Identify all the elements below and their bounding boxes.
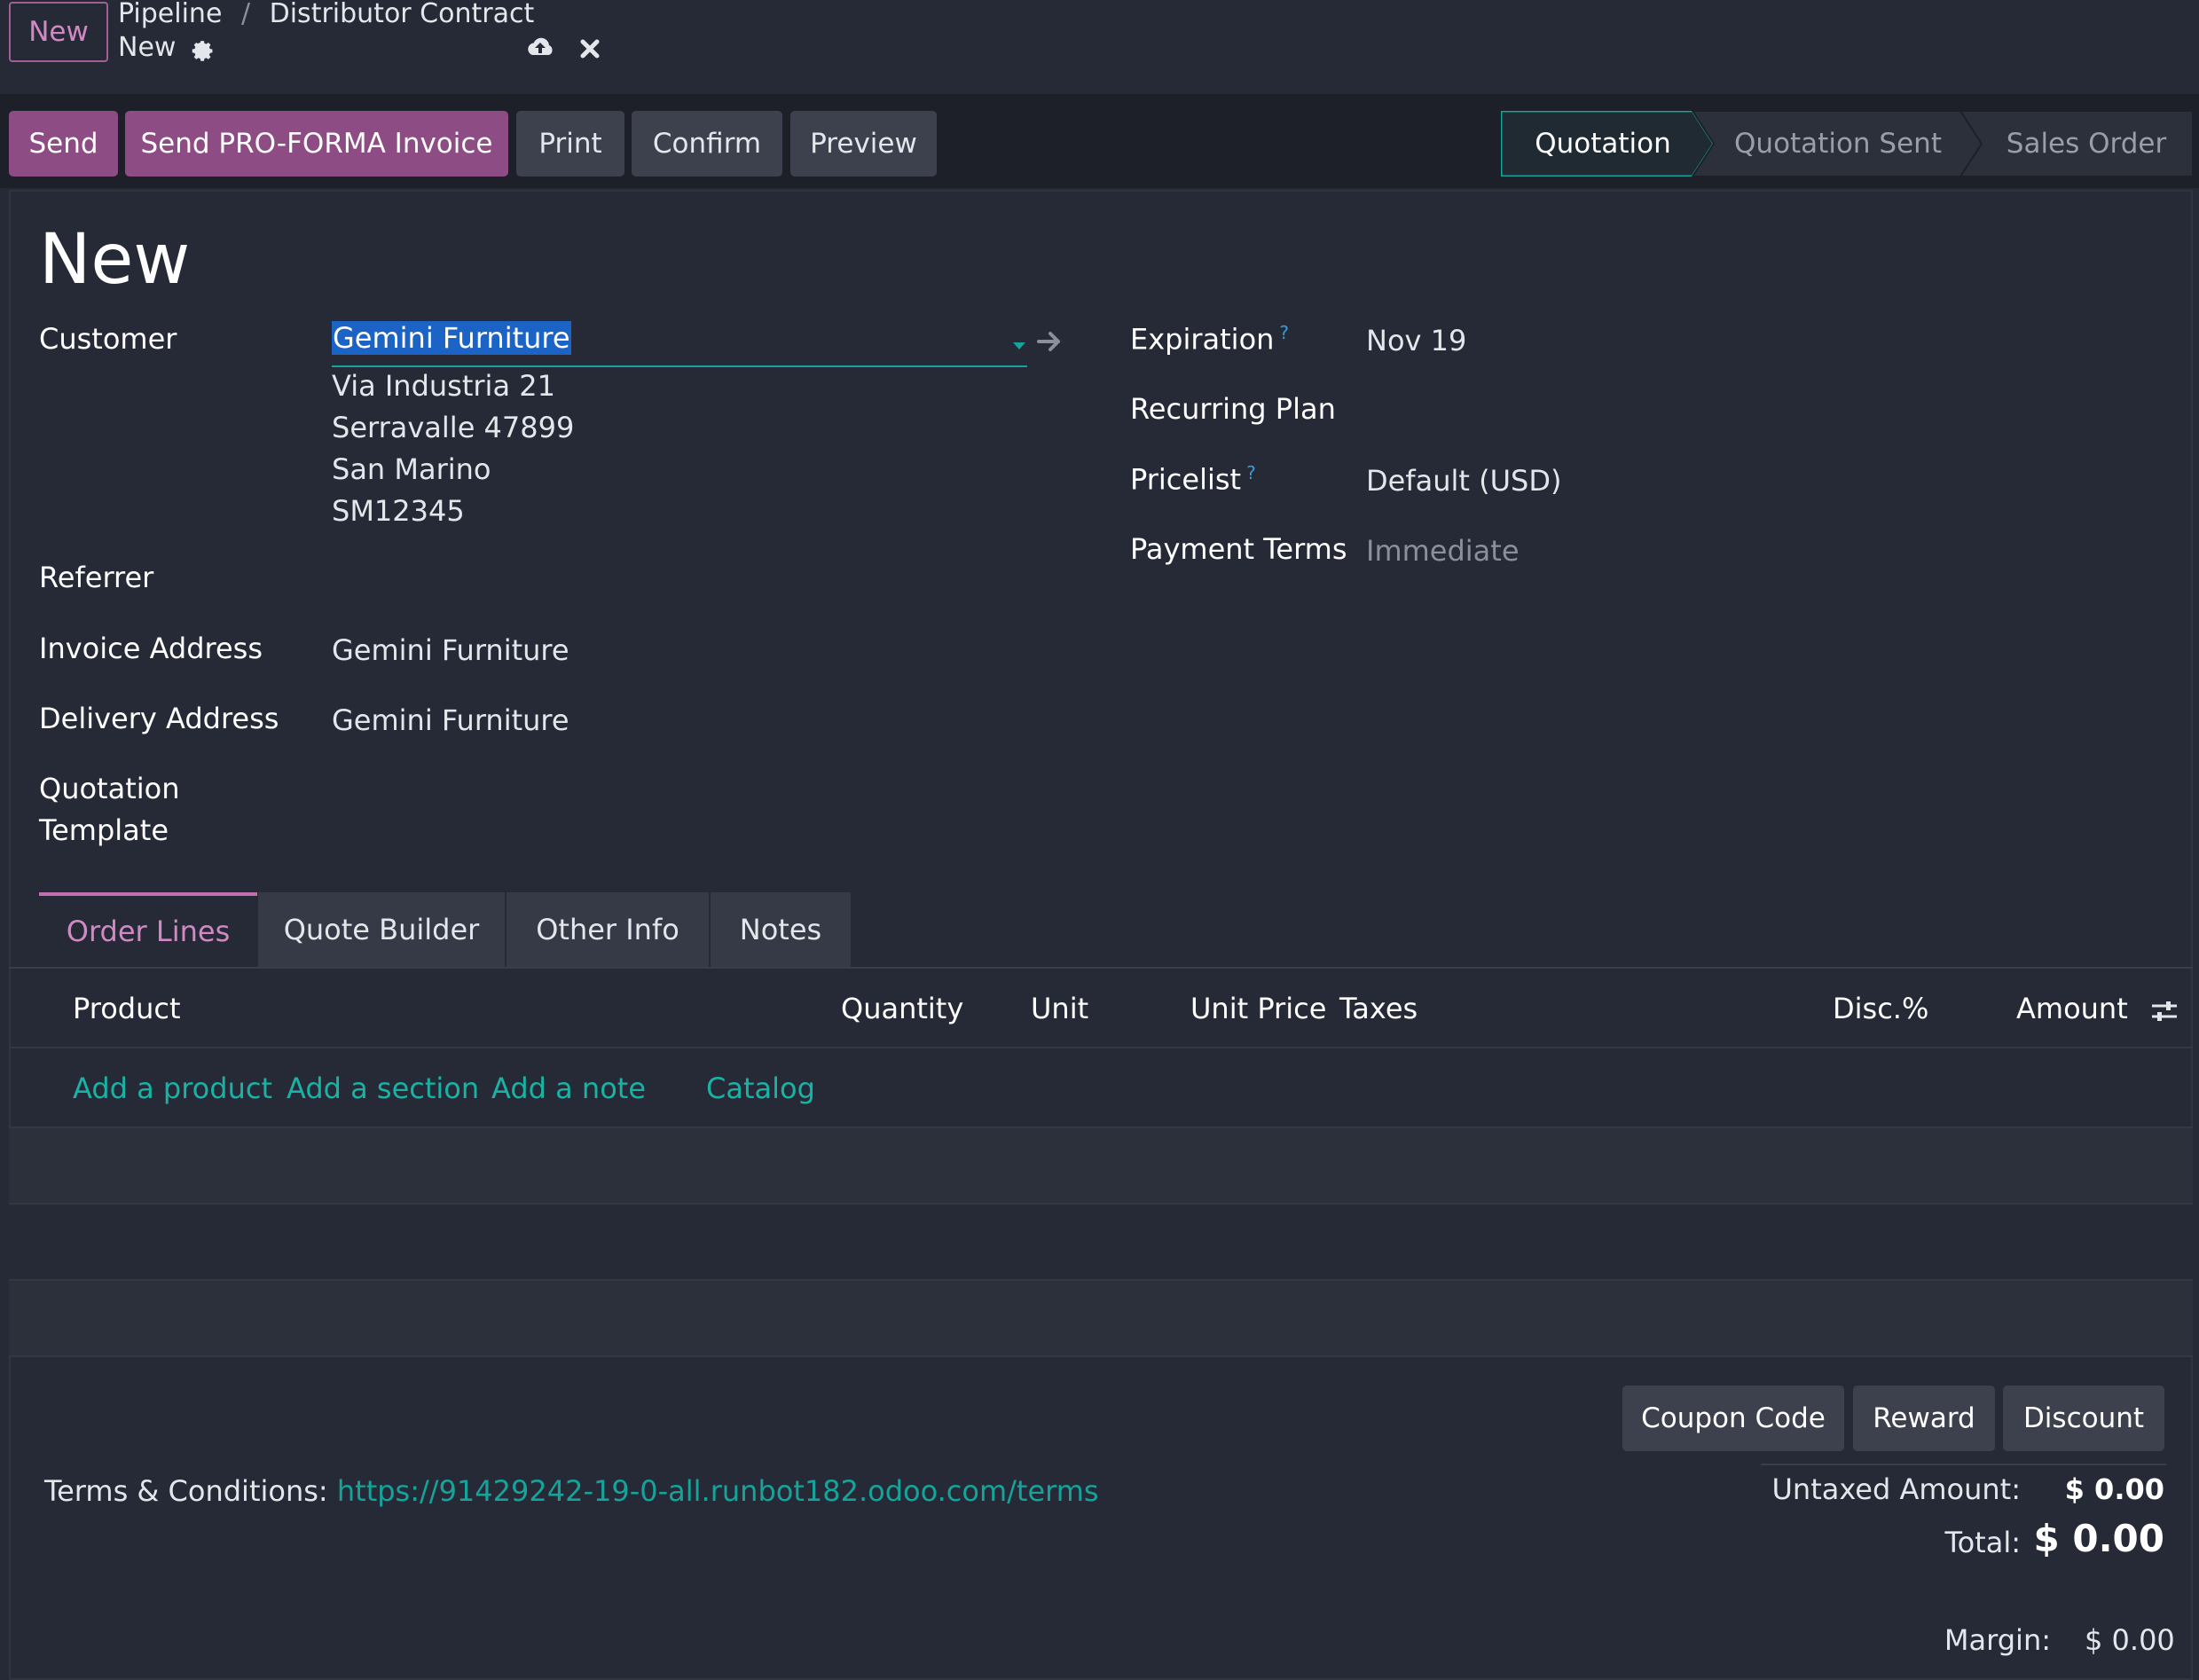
breadcrumb: Pipeline / Distributor Contract xyxy=(118,0,534,29)
table-row xyxy=(9,1205,2193,1279)
totals-divider xyxy=(1761,1464,2166,1465)
column-settings-icon[interactable] xyxy=(2150,998,2179,1028)
recurring-plan-field[interactable] xyxy=(1366,387,1987,429)
breadcrumb-separator: / xyxy=(240,0,251,29)
column-header-amount[interactable]: Amount xyxy=(2016,992,2128,1025)
column-header-discount[interactable]: Disc.% xyxy=(1833,992,1928,1025)
untaxed-amount-label: Untaxed Amount: xyxy=(1771,1472,2021,1506)
print-button[interactable]: Print xyxy=(516,111,624,177)
column-header-quantity[interactable]: Quantity xyxy=(841,992,963,1025)
referrer-label: Referrer xyxy=(39,561,154,594)
customer-address-line: Serravalle 47899 xyxy=(332,411,575,444)
stage-sales-order[interactable]: Sales Order xyxy=(1980,111,2193,177)
payment-terms-label: Payment Terms xyxy=(1130,532,1347,566)
help-icon[interactable]: ? xyxy=(1279,322,1289,343)
reward-button[interactable]: Reward xyxy=(1853,1386,1995,1451)
customer-address-line: Via Industria 21 xyxy=(332,369,555,403)
help-icon[interactable]: ? xyxy=(1246,462,1256,483)
referrer-field[interactable] xyxy=(332,555,1027,598)
payment-terms-field[interactable]: Immediate xyxy=(1366,534,1520,568)
delivery-address-field[interactable]: Gemini Furniture xyxy=(332,703,569,737)
tab-order-lines[interactable]: Order Lines xyxy=(39,892,257,967)
pricelist-field[interactable]: Default (USD) xyxy=(1366,464,1561,498)
quotation-template-label: Quotation xyxy=(39,772,180,805)
tab-other-info[interactable]: Other Info xyxy=(507,892,709,967)
breadcrumb-distributor-contract[interactable]: Distributor Contract xyxy=(270,0,535,29)
margin-label: Margin: xyxy=(1944,1623,2051,1657)
breadcrumb-pipeline-link[interactable]: Pipeline xyxy=(118,0,222,29)
preview-button[interactable]: Preview xyxy=(790,111,937,177)
table-header-divider xyxy=(9,1047,2193,1048)
expiration-field[interactable]: Nov 19 xyxy=(1366,324,1466,357)
table-row xyxy=(9,1281,2193,1355)
invoice-address-label: Invoice Address xyxy=(39,632,263,665)
margin-value: $ 0.00 xyxy=(2085,1623,2175,1657)
customer-address-line: San Marino xyxy=(332,452,491,486)
status-bar: Quotation Quotation Sent Sales Order xyxy=(1501,111,2193,177)
stage-quotation[interactable]: Quotation xyxy=(1501,111,1705,177)
tab-quote-builder[interactable]: Quote Builder xyxy=(258,892,505,967)
untaxed-amount-value: $ 0.00 xyxy=(2064,1472,2164,1506)
column-header-unit[interactable]: Unit xyxy=(1031,992,1088,1025)
add-product-link[interactable]: Add a product xyxy=(73,1072,272,1105)
quotation-template-field[interactable] xyxy=(332,766,1027,809)
customer-address-line: SM12345 xyxy=(332,494,465,528)
recurring-plan-label: Recurring Plan xyxy=(1130,392,1336,426)
column-header-taxes[interactable]: Taxes xyxy=(1339,992,1418,1025)
delivery-address-label: Delivery Address xyxy=(39,702,279,735)
column-header-product[interactable]: Product xyxy=(73,992,181,1025)
pricelist-label: Pricelist? xyxy=(1130,462,1256,497)
column-header-unit-price[interactable]: Unit Price xyxy=(1190,992,1326,1025)
tabs-divider xyxy=(9,967,2193,969)
pricelist-label-text: Pricelist xyxy=(1130,462,1242,497)
coupon-code-button[interactable]: Coupon Code xyxy=(1622,1386,1844,1451)
tab-notes[interactable]: Notes xyxy=(711,892,851,967)
total-value: $ 0.00 xyxy=(2033,1517,2164,1560)
close-icon[interactable] xyxy=(578,37,601,64)
stage-quotation-sent[interactable]: Quotation Sent xyxy=(1714,111,1962,177)
cloud-upload-icon[interactable] xyxy=(525,35,555,64)
record-name: New xyxy=(118,32,177,63)
quotation-template-label: Template xyxy=(39,813,169,847)
gear-icon[interactable] xyxy=(189,35,216,66)
customer-label: Customer xyxy=(39,322,177,356)
terms-label: Terms & Conditions: xyxy=(44,1474,328,1508)
send-proforma-button[interactable]: Send PRO-FORMA Invoice xyxy=(125,111,508,177)
add-section-link[interactable]: Add a section xyxy=(287,1072,479,1105)
table-row-divider xyxy=(9,1355,2193,1357)
total-label: Total: xyxy=(1944,1526,2021,1559)
arrow-right-icon[interactable] xyxy=(1036,330,1063,357)
terms-and-conditions: Terms & Conditions: https://91429242-19-… xyxy=(44,1474,1099,1508)
customer-input[interactable]: Gemini Furniture xyxy=(332,321,1027,367)
customer-input-value[interactable]: Gemini Furniture xyxy=(332,321,571,355)
caret-down-icon[interactable] xyxy=(1012,337,1026,354)
discount-button[interactable]: Discount xyxy=(2003,1386,2164,1451)
terms-link[interactable]: https://91429242-19-0-all.runbot182.odoo… xyxy=(337,1474,1099,1508)
confirm-button[interactable]: Confirm xyxy=(632,111,782,177)
add-note-link[interactable]: Add a note xyxy=(491,1072,646,1105)
new-record-button[interactable]: New xyxy=(9,2,108,62)
invoice-address-field[interactable]: Gemini Furniture xyxy=(332,633,569,667)
page-title: New xyxy=(39,220,191,300)
expiration-label-text: Expiration xyxy=(1130,322,1275,357)
table-row xyxy=(9,1128,2193,1203)
expiration-label: Expiration? xyxy=(1130,322,1289,357)
catalog-link[interactable]: Catalog xyxy=(706,1072,815,1105)
send-button[interactable]: Send xyxy=(9,111,118,177)
